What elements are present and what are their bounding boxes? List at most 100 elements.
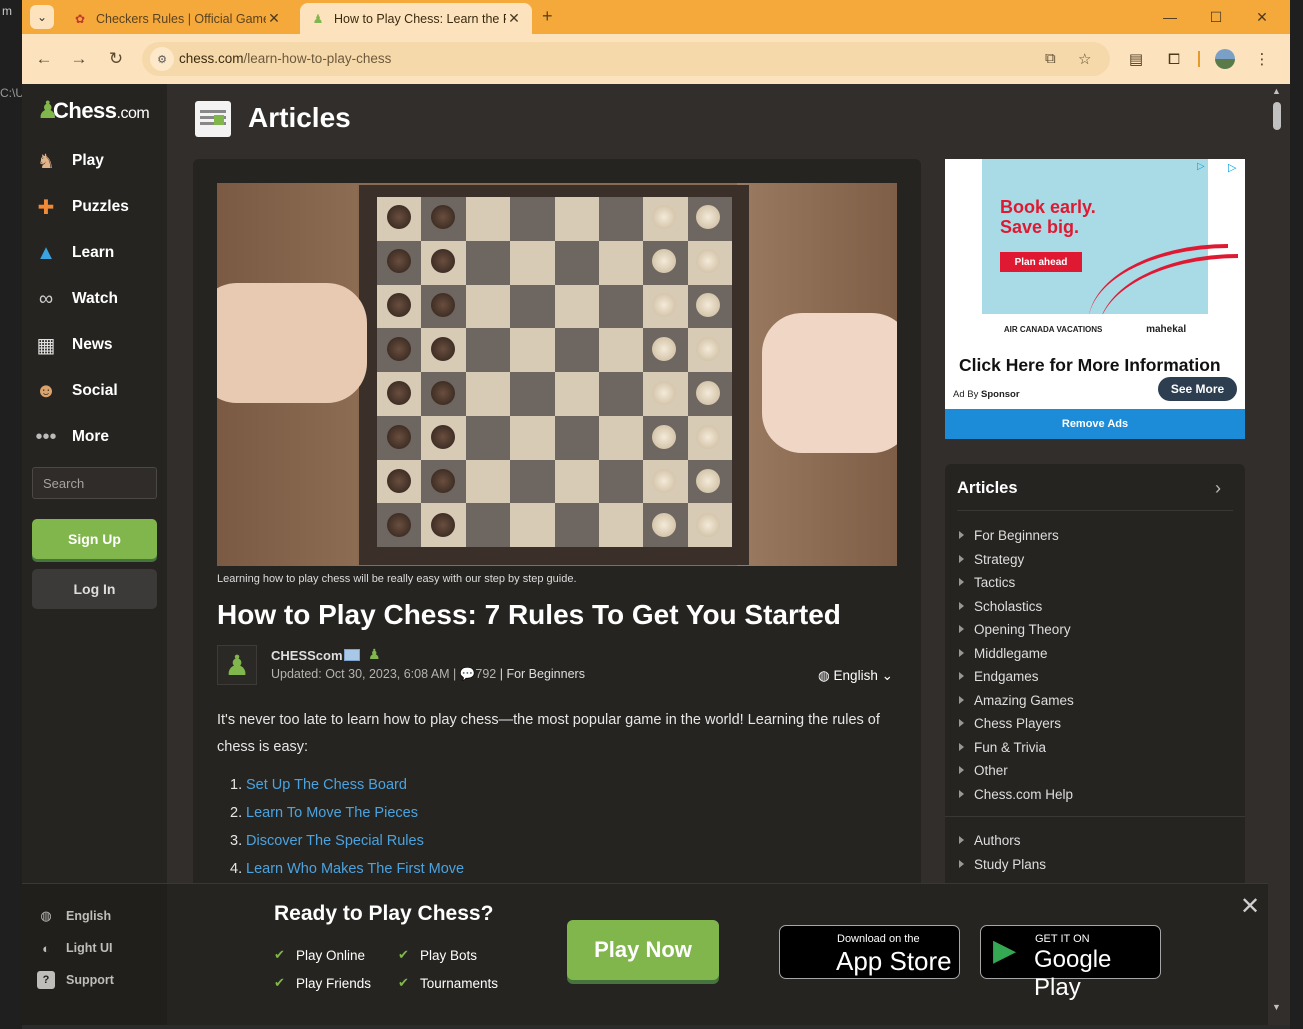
- article-category[interactable]: | For Beginners: [500, 667, 585, 681]
- author-name[interactable]: CHESScom: [271, 648, 343, 663]
- sidebar-item-label: News: [72, 336, 113, 353]
- category-link[interactable]: Study Plans: [959, 854, 1046, 874]
- category-link[interactable]: Chess Players: [959, 713, 1061, 733]
- adchoices-icon[interactable]: ▷: [1228, 161, 1236, 174]
- extension-list-icon[interactable]: ▤: [1124, 47, 1148, 71]
- new-tab-button[interactable]: +: [542, 6, 553, 27]
- puzzle-extensions-icon[interactable]: ⧠: [1162, 47, 1186, 71]
- sidebar-item-social[interactable]: ☻ Social: [32, 372, 162, 410]
- category-link[interactable]: Tactics: [959, 572, 1015, 592]
- address-bar[interactable]: ⚙ chess.com/learn-how-to-play-chess ⧉ ☆: [142, 42, 1110, 76]
- sidebar-item-more[interactable]: ••• More: [32, 418, 162, 456]
- language-selector[interactable]: ◍ English ⌄: [818, 668, 893, 684]
- close-window-button[interactable]: ✕: [1239, 0, 1285, 34]
- reload-button[interactable]: ↻: [104, 47, 128, 71]
- category-link[interactable]: Fun & Trivia: [959, 737, 1046, 757]
- footer-light-ui[interactable]: ◐ Light UI: [37, 937, 112, 959]
- ad-creative[interactable]: Book early. Save big. Plan ahead: [982, 159, 1238, 314]
- desktop-edge: m C:\U: [0, 0, 24, 1029]
- scroll-down-icon[interactable]: ▼: [1272, 1002, 1281, 1012]
- footer-support[interactable]: ? Support: [37, 969, 114, 991]
- remove-ads-button[interactable]: Remove Ads: [945, 409, 1245, 439]
- back-button[interactable]: ←: [32, 47, 56, 71]
- sidebar-item-learn[interactable]: ▲ Learn: [32, 234, 162, 272]
- list-item: 3. Discover The Special Rules: [230, 827, 464, 855]
- url-domain: chess.com: [179, 51, 244, 66]
- logo-main: Chess: [53, 98, 117, 123]
- globe-icon: ◍: [818, 668, 830, 683]
- arrow-right-icon: →: [70, 49, 88, 68]
- sidebar-item-news[interactable]: ▦ News: [32, 326, 162, 364]
- close-banner-button[interactable]: ✕: [1240, 892, 1260, 921]
- feature-play-friends: ✔ Play Friends: [274, 975, 372, 991]
- toc-link[interactable]: Learn Who Makes The First Move: [246, 861, 464, 877]
- category-link[interactable]: Opening Theory: [959, 619, 1071, 639]
- google-play-big: Google Play: [1034, 946, 1112, 1001]
- table-of-contents: 1. Set Up The Chess Board 2. Learn To Move…: [230, 771, 464, 883]
- scroll-up-icon[interactable]: ▲: [1272, 86, 1281, 96]
- category-link[interactable]: Authors: [959, 830, 1021, 850]
- close-icon[interactable]: ✕: [506, 10, 522, 27]
- profile-avatar[interactable]: [1215, 49, 1235, 69]
- feature-tournaments: ✔ Tournaments: [398, 975, 499, 991]
- maximize-button[interactable]: ☐: [1193, 0, 1239, 34]
- site-info-icon[interactable]: ⚙: [150, 47, 174, 71]
- see-more-button[interactable]: See More: [1158, 377, 1237, 401]
- toc-link[interactable]: Learn To Move The Pieces: [246, 805, 418, 821]
- category-link[interactable]: Middlegame: [959, 643, 1048, 663]
- category-link[interactable]: Scholastics: [959, 596, 1042, 616]
- check-icon: ✔: [398, 975, 409, 990]
- adchoices-icon[interactable]: ▷: [1197, 161, 1205, 172]
- install-app-icon[interactable]: ⧉: [1045, 50, 1056, 67]
- sidebar-item-watch[interactable]: ∞ Watch: [32, 280, 162, 318]
- app-store-badge[interactable]: Download on the App Store: [779, 925, 960, 979]
- comment-count[interactable]: 792: [475, 667, 496, 681]
- footer-language[interactable]: ◍ English: [37, 905, 111, 927]
- toc-link[interactable]: Discover The Special Rules: [246, 833, 424, 849]
- play-now-button[interactable]: Play Now: [567, 920, 719, 980]
- advertisement[interactable]: Book early. Save big. Plan ahead ▷ ▷ AIR …: [945, 159, 1245, 439]
- chess-logo[interactable]: ♟ Chess.com: [37, 94, 150, 128]
- category-link[interactable]: Endgames: [959, 666, 1039, 686]
- sign-up-button[interactable]: Sign Up: [32, 519, 157, 559]
- sidebar-item-label: Puzzles: [72, 198, 129, 215]
- kebab-menu-icon[interactable]: ⋮: [1250, 47, 1274, 71]
- log-in-button[interactable]: Log In: [32, 569, 157, 609]
- forward-button[interactable]: →: [67, 47, 91, 71]
- categories-title[interactable]: Articles: [957, 479, 1018, 498]
- toc-link[interactable]: Set Up The Chess Board: [246, 777, 407, 793]
- category-link[interactable]: Amazing Games: [959, 690, 1074, 710]
- ad-cta-button[interactable]: Plan ahead: [1000, 252, 1082, 272]
- category-link[interactable]: Strategy: [959, 549, 1024, 569]
- scrollbar-thumb[interactable]: [1273, 102, 1281, 130]
- newspaper-icon: ▦: [36, 334, 56, 357]
- chess-pawn-icon: ♟: [224, 649, 250, 681]
- desktop-edge-right: [1290, 0, 1303, 1029]
- close-icon[interactable]: ✕: [266, 10, 282, 27]
- ad-click-text[interactable]: Click Here for More Information: [959, 355, 1221, 376]
- minimize-button[interactable]: —: [1147, 0, 1193, 34]
- category-link[interactable]: Chess.com Help: [959, 784, 1073, 804]
- sidebar-item-play[interactable]: ♞ Play: [32, 142, 162, 180]
- tab-search-button[interactable]: ⌄: [30, 5, 54, 29]
- help-icon: ?: [37, 971, 55, 989]
- bookmark-star-icon[interactable]: ☆: [1078, 50, 1091, 68]
- category-link[interactable]: Other: [959, 760, 1008, 780]
- search-input[interactable]: Search: [32, 467, 157, 499]
- url-text[interactable]: chess.com/learn-how-to-play-chess: [179, 51, 391, 66]
- graduation-cap-icon: ▲: [36, 241, 56, 264]
- toolbar-separator: [1198, 51, 1200, 67]
- play-promo-banner: ◍ English ◐ Light UI ? Support Ready to Pla…: [22, 883, 1268, 1025]
- ladybug-icon: ✿: [74, 11, 86, 26]
- google-play-badge[interactable]: ▶ GET IT ON Google Play: [980, 925, 1161, 1001]
- ad-brand-air-canada: AIR CANADA VACATIONS: [1003, 324, 1103, 334]
- tab-title: How to Play Chess: Learn the Ru: [334, 11, 506, 26]
- chevron-right-icon[interactable]: ›: [1215, 478, 1221, 499]
- international-flag-icon: [344, 649, 360, 661]
- tab-how-to-play-chess[interactable]: ♟ How to Play Chess: Learn the Ru ✕: [300, 3, 532, 34]
- category-link[interactable]: For Beginners: [959, 525, 1059, 545]
- author-avatar[interactable]: ♟: [217, 645, 257, 685]
- tab-checkers-rules[interactable]: ✿ Checkers Rules | Official Game R ✕: [62, 3, 292, 34]
- sidebar-item-puzzles[interactable]: ✚ Puzzles: [32, 188, 162, 226]
- page-scrollbar[interactable]: ▲ ▼: [1268, 84, 1290, 1025]
